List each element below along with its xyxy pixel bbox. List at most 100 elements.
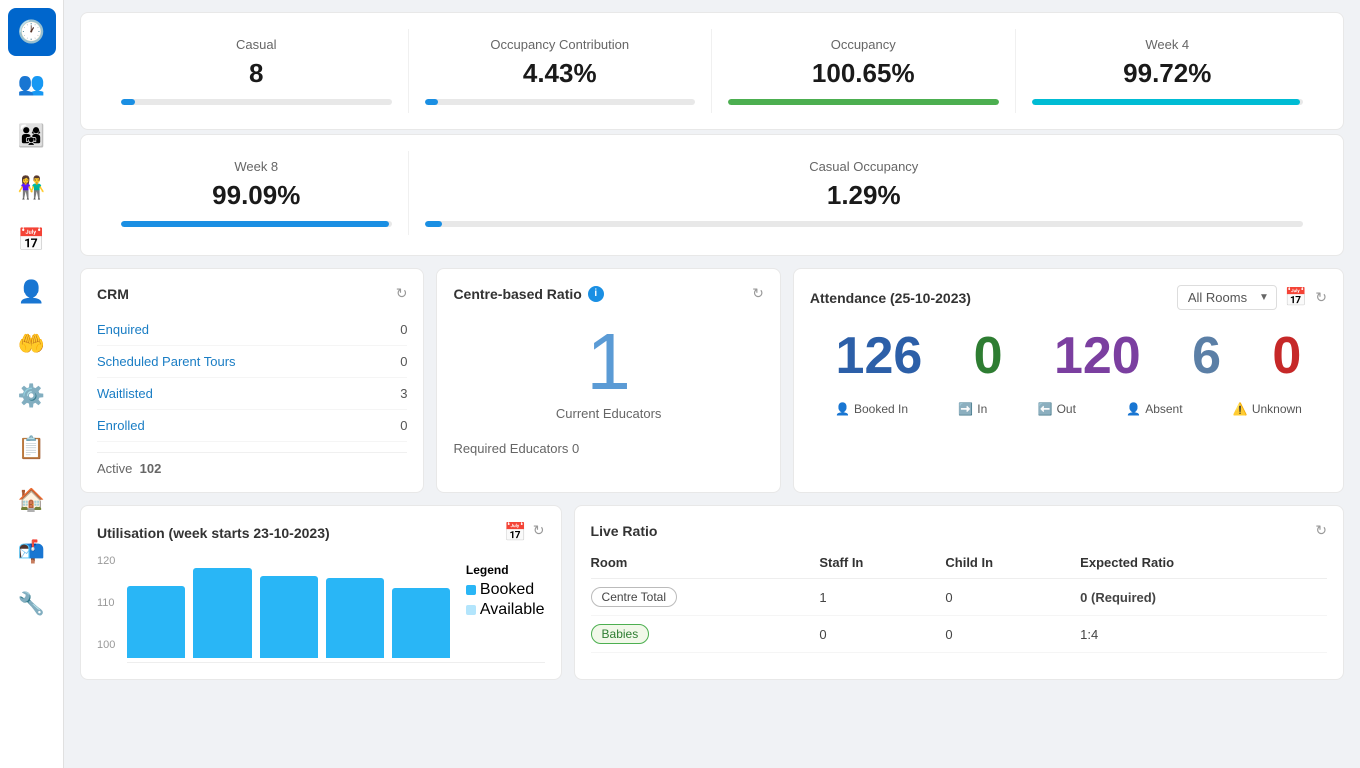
stat-casual-bar bbox=[121, 99, 135, 105]
live-ratio-header-row: Room Staff In Child In Expected Ratio bbox=[591, 551, 1327, 579]
sidebar-item-settings-person[interactable]: 👤 bbox=[8, 268, 56, 316]
sidebar-item-mailbox[interactable]: 📬 bbox=[8, 528, 56, 576]
main-content: Casual 8 Occupancy Contribution 4.43% Oc… bbox=[64, 0, 1360, 768]
crm-row-enrolled: Enrolled 0 bbox=[97, 410, 407, 442]
live-ratio-table: Room Staff In Child In Expected Ratio Ce… bbox=[591, 551, 1327, 653]
crm-active-value: 102 bbox=[140, 461, 162, 476]
crm-enquired-label[interactable]: Enquired bbox=[97, 322, 149, 337]
att-label-out: ⬅️ Out bbox=[1038, 402, 1076, 416]
crm-active: Active 102 bbox=[97, 452, 407, 476]
utilisation-refresh-icon[interactable]: ↻ bbox=[533, 522, 545, 543]
room-centre-total: Centre Total bbox=[591, 579, 820, 616]
live-ratio-refresh-icon[interactable]: ↻ bbox=[1315, 522, 1327, 539]
in-label: In bbox=[977, 402, 987, 416]
room-babies: Babies bbox=[591, 616, 820, 653]
stat-casual-value: 8 bbox=[249, 58, 263, 89]
utilisation-header: Utilisation (week starts 23-10-2023) 📅 ↻ bbox=[97, 522, 545, 543]
ratio-card: Centre-based Ratio i ↻ 1 Current Educato… bbox=[436, 268, 780, 493]
stat-occ-contribution: Occupancy Contribution 4.43% bbox=[409, 29, 713, 113]
staff-in-babies: 0 bbox=[819, 616, 945, 653]
chart-legend: Legend Booked Available bbox=[466, 563, 545, 621]
stat-occ-contribution-value: 4.43% bbox=[523, 58, 597, 89]
sidebar-item-dollar-hand[interactable]: 🤲 bbox=[8, 320, 56, 368]
ratio-info-icon[interactable]: i bbox=[588, 286, 604, 302]
stat-casual-occ-bar bbox=[425, 221, 443, 227]
stat-week4-value: 99.72% bbox=[1123, 58, 1211, 89]
sidebar-item-dashboard[interactable]: 🕐 bbox=[8, 8, 56, 56]
utilisation-calendar-icon[interactable]: 📅 bbox=[504, 522, 526, 543]
crm-enrolled-label[interactable]: Enrolled bbox=[97, 418, 145, 433]
crm-tours-label[interactable]: Scheduled Parent Tours bbox=[97, 354, 236, 369]
stat-week8-bar bbox=[121, 221, 389, 227]
legend-available-color bbox=[466, 605, 476, 615]
legend-title: Legend bbox=[466, 563, 545, 577]
stat-occ-contribution-bar bbox=[425, 99, 439, 105]
stat-casual-progress bbox=[121, 99, 392, 105]
bar-booked-4 bbox=[392, 588, 450, 658]
live-ratio-thead: Room Staff In Child In Expected Ratio bbox=[591, 551, 1327, 579]
live-ratio-row-babies: Babies 0 0 1:4 bbox=[591, 616, 1327, 653]
sidebar-item-users-group[interactable]: 👥 bbox=[8, 60, 56, 108]
unknown-label: Unknown bbox=[1252, 402, 1302, 416]
stat-week8-label: Week 8 bbox=[234, 159, 278, 174]
crm-enrolled-value: 0 bbox=[400, 418, 407, 433]
gear-icon: ⚙️ bbox=[18, 383, 45, 409]
crm-refresh-icon[interactable]: ↻ bbox=[396, 285, 408, 302]
sidebar-item-couple[interactable]: 👫 bbox=[8, 164, 56, 212]
room-select-wrapper: All Rooms ▼ bbox=[1177, 285, 1277, 310]
stat-week4: Week 4 99.72% bbox=[1016, 29, 1320, 113]
attendance-refresh-icon[interactable]: ↻ bbox=[1315, 289, 1327, 306]
in-icon: ➡️ bbox=[958, 402, 973, 416]
stat-week4-progress bbox=[1032, 99, 1304, 105]
stat-occupancy-value: 100.65% bbox=[812, 58, 915, 89]
live-ratio-row-centre: Centre Total 1 0 0 (Required) bbox=[591, 579, 1327, 616]
bar-group-2 bbox=[260, 563, 318, 658]
stat-occupancy: Occupancy 100.65% bbox=[712, 29, 1016, 113]
document-icon: 📋 bbox=[18, 435, 45, 461]
crm-waitlisted-label[interactable]: Waitlisted bbox=[97, 386, 153, 401]
stats-top-row: Casual 8 Occupancy Contribution 4.43% Oc… bbox=[80, 12, 1344, 130]
absent-icon: 👤 bbox=[1126, 402, 1141, 416]
child-in-babies: 0 bbox=[945, 616, 1080, 653]
col-room: Room bbox=[591, 551, 820, 579]
couple-icon: 👫 bbox=[18, 175, 45, 201]
att-label-in: ➡️ In bbox=[958, 402, 987, 416]
stat-occupancy-progress bbox=[728, 99, 999, 105]
sidebar-item-house[interactable]: 🏠 bbox=[8, 476, 56, 524]
crm-card-header: CRM ↻ bbox=[97, 285, 407, 302]
crm-waitlisted-value: 3 bbox=[400, 386, 407, 401]
ratio-required-value: 0 bbox=[572, 441, 579, 456]
legend-available-label: Available bbox=[480, 601, 545, 619]
chart-y-labels: 120 110 100 bbox=[97, 555, 115, 655]
tools-icon: 🔧 bbox=[18, 591, 45, 617]
sidebar-item-gear[interactable]: ⚙️ bbox=[8, 372, 56, 420]
y-label-min: 100 bbox=[97, 639, 115, 651]
bar-group-0 bbox=[127, 563, 185, 658]
live-ratio-title: Live Ratio bbox=[591, 523, 658, 539]
att-label-booked: 👤 Booked In bbox=[835, 402, 908, 416]
booked-label: Booked In bbox=[854, 402, 908, 416]
crm-tours-value: 0 bbox=[400, 354, 407, 369]
stat-casual-occ-value: 1.29% bbox=[827, 180, 901, 211]
sidebar-item-tools[interactable]: 🔧 bbox=[8, 580, 56, 628]
sidebar-item-document[interactable]: 📋 bbox=[8, 424, 56, 472]
ratio-required: Required Educators 0 bbox=[453, 441, 763, 456]
stat-week4-bar bbox=[1032, 99, 1301, 105]
sidebar-item-family[interactable]: 👨‍👩‍👧 bbox=[8, 112, 56, 160]
bar-group-1 bbox=[193, 563, 251, 658]
room-badge-centre: Centre Total bbox=[591, 587, 677, 607]
bar-booked-0 bbox=[127, 586, 185, 658]
calendar-icon: 📅 bbox=[18, 227, 45, 253]
dashboard-icon: 🕐 bbox=[18, 19, 45, 45]
sidebar-item-calendar[interactable]: 📅 bbox=[8, 216, 56, 264]
utilisation-controls: 📅 ↻ bbox=[504, 522, 544, 543]
crm-card: CRM ↻ Enquired 0 Scheduled Parent Tours … bbox=[80, 268, 424, 493]
att-label-absent: 👤 Absent bbox=[1126, 402, 1182, 416]
legend-booked: Booked bbox=[466, 581, 545, 599]
attendance-calendar-icon[interactable]: 📅 bbox=[1285, 287, 1307, 308]
sidebar: 🕐 👥 👨‍👩‍👧 👫 📅 👤 🤲 ⚙️ 📋 🏠 📬 🔧 bbox=[0, 0, 64, 768]
stat-occupancy-label: Occupancy bbox=[831, 37, 896, 52]
room-select[interactable]: All Rooms bbox=[1177, 285, 1277, 310]
stat-casual-label: Casual bbox=[236, 37, 276, 52]
ratio-refresh-icon[interactable]: ↻ bbox=[752, 285, 764, 302]
